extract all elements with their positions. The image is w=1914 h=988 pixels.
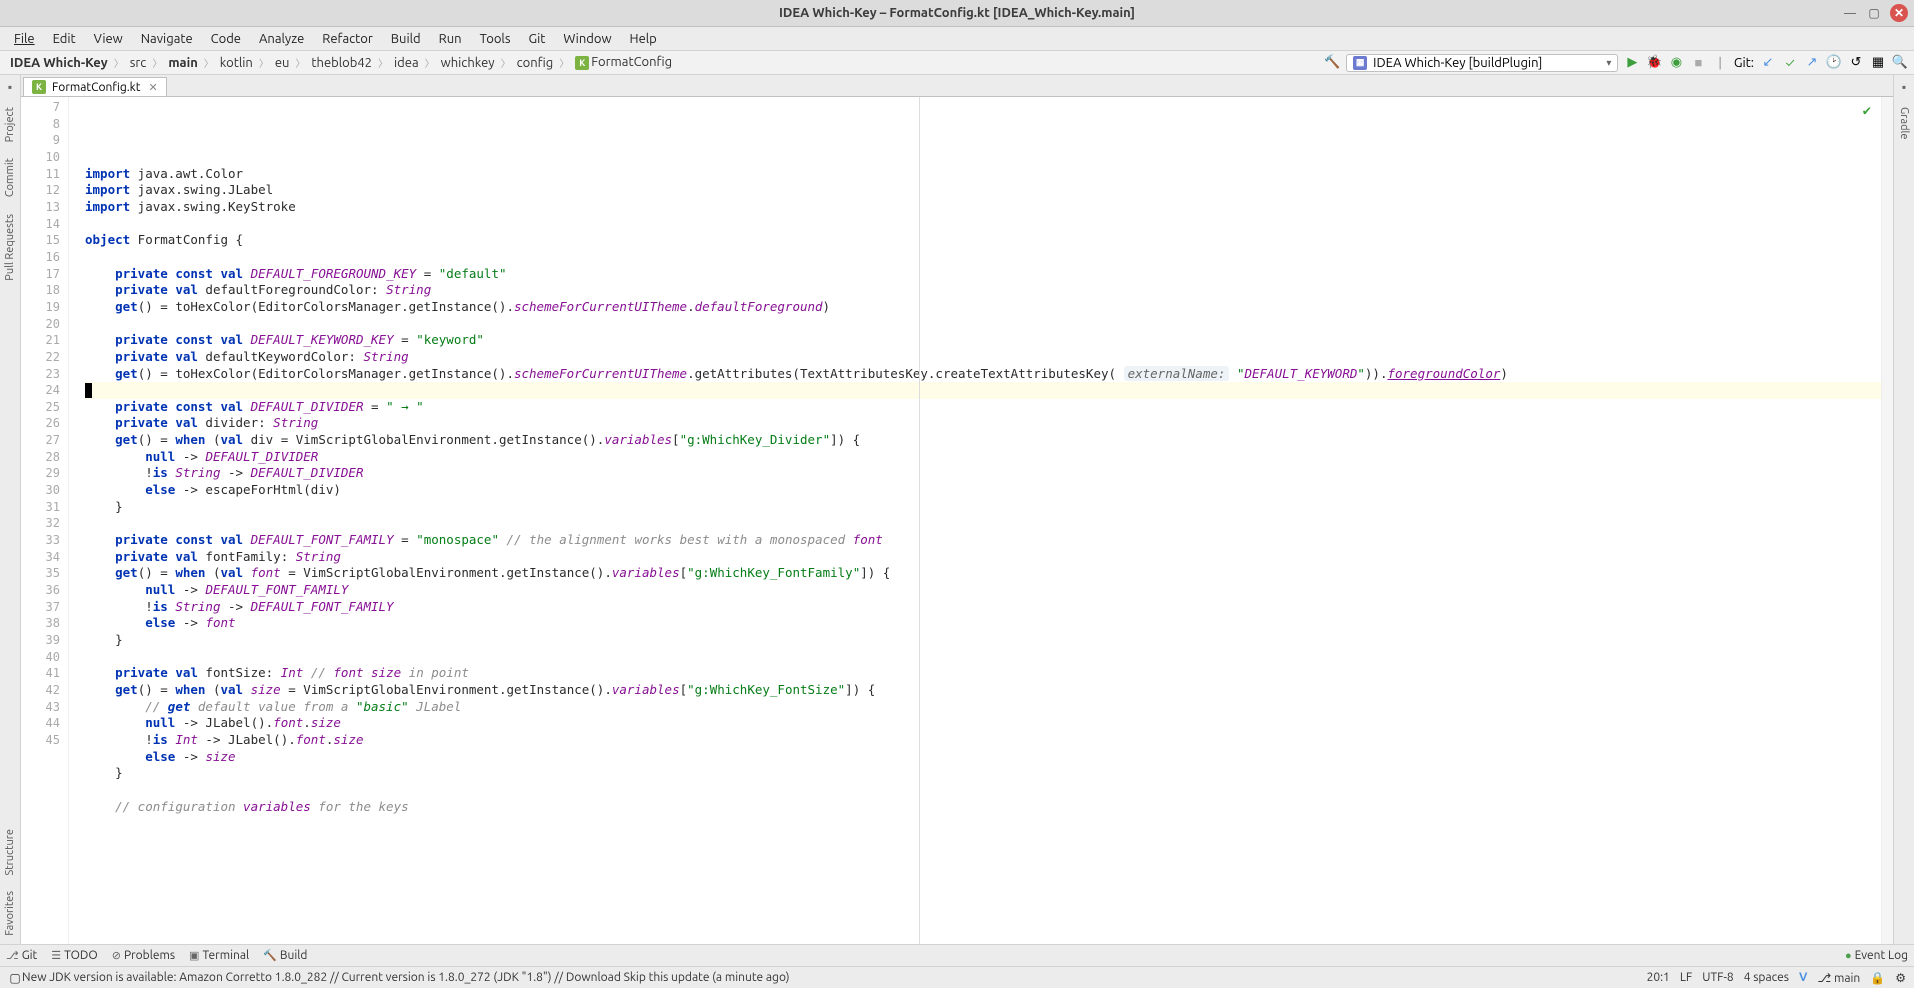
search-icon[interactable]: 🔍: [1892, 55, 1908, 71]
ide-settings-icon[interactable]: ▦: [1870, 55, 1886, 71]
git-push-icon[interactable]: ↗: [1804, 55, 1820, 71]
navigation-bar: IDEA Which-Key〉 src〉 main〉 kotlin〉 eu〉 t…: [0, 51, 1914, 75]
code-content[interactable]: ✔ import java.awt.Colorimport javax.swin…: [81, 97, 1881, 944]
tool-problems[interactable]: ⊘Problems: [112, 949, 175, 962]
close-icon[interactable]: ✕: [1890, 4, 1908, 22]
menu-analyze[interactable]: Analyze: [251, 30, 312, 48]
git-label: Git:: [1734, 56, 1754, 70]
line-gutter: 7891011121314151617181920212223242526272…: [21, 97, 69, 944]
status-encoding[interactable]: UTF-8: [1702, 971, 1733, 984]
editor-tabs: K FormatConfig.kt ✕: [21, 75, 1893, 97]
menu-navigate[interactable]: Navigate: [133, 30, 201, 48]
menu-window[interactable]: Window: [555, 30, 619, 48]
bottom-tool-bar: ⎇Git ☰TODO ⊘Problems ▣Terminal 🔨Build ●E…: [0, 944, 1914, 966]
inspections-ok-icon[interactable]: ✔: [1863, 103, 1871, 120]
main-area: ▪ Project Commit Pull Requests Structure…: [0, 75, 1914, 944]
rail-structure[interactable]: Structure: [2, 821, 18, 884]
crumb-kotlin[interactable]: kotlin: [216, 56, 257, 70]
error-stripe[interactable]: [1881, 97, 1893, 944]
window-controls: — ▢ ✕: [1842, 4, 1908, 22]
git-update-icon[interactable]: ↙: [1760, 55, 1776, 71]
gradle-icon[interactable]: ▪: [1896, 79, 1912, 95]
menu-build[interactable]: Build: [383, 30, 429, 48]
crumb-formatconfig[interactable]: KFormatConfig: [571, 55, 676, 70]
stop-icon[interactable]: ■: [1690, 55, 1706, 71]
run-config-label: IDEA Which-Key [buildPlugin]: [1373, 56, 1542, 70]
tab-close-icon[interactable]: ✕: [148, 81, 157, 94]
crumb-whichkey[interactable]: whichkey: [437, 56, 499, 70]
menu-edit[interactable]: Edit: [45, 30, 84, 48]
crumb-eu[interactable]: eu: [271, 56, 294, 70]
menu-refactor[interactable]: Refactor: [314, 30, 381, 48]
fold-gutter[interactable]: [69, 97, 81, 944]
minimize-icon[interactable]: —: [1842, 5, 1858, 21]
debug-icon[interactable]: 🐞: [1646, 55, 1662, 71]
split-line: [919, 97, 920, 944]
rail-pull-requests[interactable]: Pull Requests: [2, 206, 18, 289]
status-indent[interactable]: 4 spaces: [1744, 971, 1789, 984]
status-clock-icon[interactable]: ⚙: [1895, 971, 1906, 985]
menu-run[interactable]: Run: [431, 30, 470, 48]
run-coverage-icon[interactable]: ◉: [1668, 55, 1684, 71]
tool-terminal[interactable]: ▣Terminal: [189, 949, 249, 962]
status-caret[interactable]: 20:1: [1647, 971, 1670, 984]
title-bar: IDEA Which-Key – FormatConfig.kt [IDEA_W…: [0, 0, 1914, 27]
crumb-main[interactable]: main: [164, 56, 201, 70]
tool-git[interactable]: ⎇Git: [6, 949, 37, 962]
editor-body[interactable]: 7891011121314151617181920212223242526272…: [21, 97, 1893, 944]
tab-label: FormatConfig.kt: [52, 81, 140, 94]
left-tool-rail: ▪ Project Commit Pull Requests Structure…: [0, 75, 21, 944]
rail-favorites[interactable]: Favorites: [2, 883, 18, 944]
project-icon[interactable]: ▪: [2, 79, 18, 95]
window-title: IDEA Which-Key – FormatConfig.kt [IDEA_W…: [779, 6, 1135, 20]
crumb-theblob42[interactable]: theblob42: [307, 56, 376, 70]
tab-formatconfig[interactable]: K FormatConfig.kt ✕: [23, 77, 167, 96]
tool-todo[interactable]: ☰TODO: [51, 949, 97, 962]
run-config-select[interactable]: ▦ IDEA Which-Key [buildPlugin] ▾: [1346, 54, 1618, 72]
menu-view[interactable]: View: [86, 30, 131, 48]
rail-gradle[interactable]: Gradle: [1896, 99, 1912, 148]
git-commit-icon[interactable]: ✓: [1782, 55, 1798, 71]
menu-help[interactable]: Help: [622, 30, 665, 48]
kotlin-file-icon: K: [32, 80, 46, 94]
menu-bar: File Edit View Navigate Code Analyze Ref…: [0, 27, 1914, 51]
maximize-icon[interactable]: ▢: [1866, 5, 1882, 21]
status-line-sep[interactable]: LF: [1680, 971, 1692, 984]
crumb-config[interactable]: config: [513, 56, 558, 70]
menu-tools[interactable]: Tools: [472, 30, 519, 48]
menu-code[interactable]: Code: [203, 30, 249, 48]
crumb-project[interactable]: IDEA Which-Key: [6, 56, 112, 70]
history-icon[interactable]: 🕑: [1826, 55, 1842, 71]
crumb-idea[interactable]: idea: [390, 56, 423, 70]
build-icon[interactable]: 🔨: [1324, 55, 1340, 71]
breadcrumb: IDEA Which-Key〉 src〉 main〉 kotlin〉 eu〉 t…: [6, 55, 1324, 70]
rollback-icon[interactable]: ↺: [1848, 55, 1864, 71]
chevron-down-icon: ▾: [1606, 57, 1611, 69]
status-lock-icon[interactable]: 🔒: [1870, 971, 1885, 985]
tool-event-log[interactable]: ●Event Log: [1845, 949, 1908, 962]
run-icon[interactable]: ▶: [1624, 55, 1640, 71]
tool-windows-icon[interactable]: ▢: [8, 971, 22, 985]
toolbar-right: 🔨 ▦ IDEA Which-Key [buildPlugin] ▾ ▶ 🐞 ◉…: [1324, 54, 1908, 72]
status-vim[interactable]: V: [1799, 971, 1807, 984]
crumb-src[interactable]: src: [126, 56, 151, 70]
tool-build[interactable]: 🔨Build: [263, 949, 307, 962]
right-tool-rail: ▪ Gradle: [1893, 75, 1914, 944]
menu-git[interactable]: Git: [520, 30, 553, 48]
menu-file[interactable]: File: [6, 30, 43, 48]
status-message[interactable]: New JDK version is available: Amazon Cor…: [22, 971, 1647, 984]
status-bar: ▢ New JDK version is available: Amazon C…: [0, 966, 1914, 988]
rail-project[interactable]: Project: [2, 99, 18, 150]
editor-area: K FormatConfig.kt ✕ 78910111213141516171…: [21, 75, 1893, 944]
rail-commit[interactable]: Commit: [2, 150, 18, 205]
status-branch[interactable]: ⎇ main: [1817, 971, 1860, 985]
